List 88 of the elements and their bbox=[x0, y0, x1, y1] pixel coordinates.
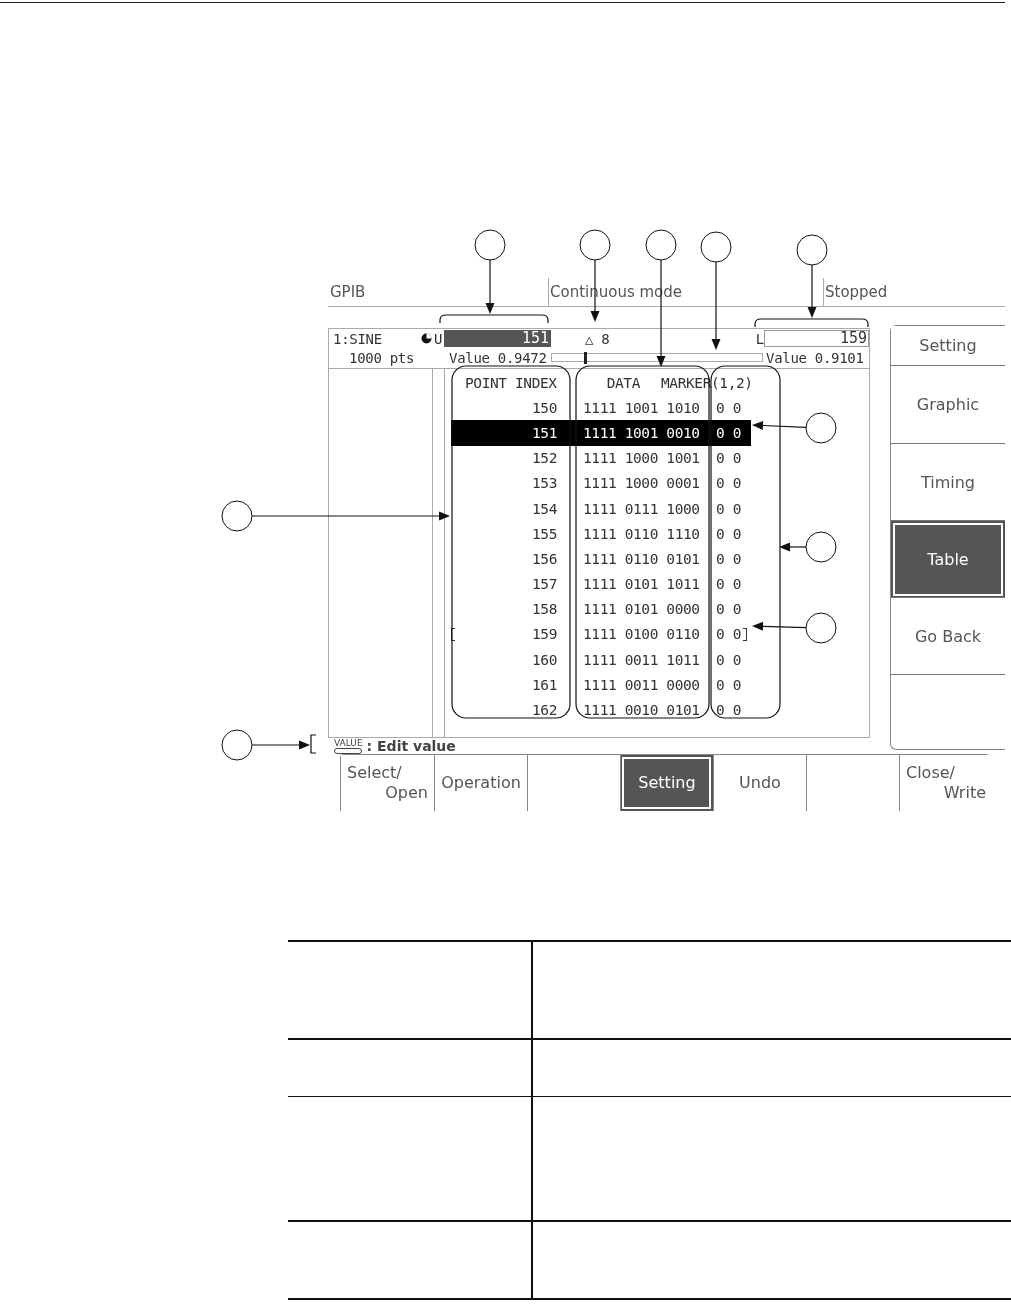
table-cell-text: 153 bbox=[531, 475, 558, 492]
table-row[interactable]: 161 1111 0011 0000 0 0 bbox=[451, 672, 751, 698]
bracket-line bbox=[310, 734, 317, 754]
table-cell-text: 157 bbox=[531, 576, 558, 593]
delta-readout: △ 8 bbox=[585, 330, 610, 347]
callout-circle bbox=[645, 229, 677, 261]
points-count: 1000 pts bbox=[349, 349, 415, 366]
table-row[interactable]: 152 1111 1000 1001 0 0 bbox=[451, 445, 751, 471]
table-row[interactable]: 153 1111 1000 0001 0 0 bbox=[451, 470, 751, 496]
table-cell-text: 1111 0100 0110 bbox=[582, 626, 701, 643]
table-row[interactable]: 160 1111 0011 1011 0 0 bbox=[451, 647, 751, 673]
leader-arrow bbox=[779, 542, 807, 552]
callout-circle bbox=[805, 612, 837, 644]
table-cell-text: 1111 0111 1000 bbox=[582, 500, 701, 517]
table-row[interactable]: 157 1111 0101 1011 0 0 bbox=[451, 571, 751, 597]
table-cell-text: 0 0 bbox=[715, 702, 742, 719]
table-row[interactable]: 154 1111 0111 1000 0 0 bbox=[451, 495, 751, 522]
callout-circle bbox=[579, 229, 611, 261]
table-cell-text: 1111 1000 1001 bbox=[582, 450, 701, 467]
lower-cursor-field[interactable]: 159 bbox=[764, 330, 869, 347]
table-row[interactable]: 162 1111 0010 0101 0 0 bbox=[451, 697, 751, 723]
cursor-label: L bbox=[755, 330, 764, 347]
table-row[interactable]: 156 1111 0110 0101 0 0 bbox=[451, 546, 751, 572]
value-readout: Value 0.9472 bbox=[449, 349, 547, 366]
leader-arrow bbox=[807, 264, 817, 318]
callout-circle bbox=[221, 729, 253, 761]
cursor-label: U bbox=[434, 330, 443, 347]
upper-cursor-field[interactable]: 151 bbox=[444, 330, 551, 347]
table-cell-text: 152 bbox=[531, 450, 558, 467]
table-cell-text: 1111 1001 1010 bbox=[582, 399, 701, 416]
callout-circle bbox=[221, 500, 253, 532]
table-cell-text: 161 bbox=[531, 676, 558, 693]
table-row[interactable]: 151 1111 1001 0010 0 0 bbox=[451, 420, 751, 446]
table-cell-text: 1111 0010 0101 bbox=[582, 702, 701, 719]
table-cell-text: 150 bbox=[531, 399, 558, 416]
table-cell-text: 0 0 bbox=[715, 500, 742, 517]
table-cell-text: 151 bbox=[531, 424, 558, 441]
cursor-knob-icon bbox=[421, 333, 432, 344]
leader-arrow bbox=[752, 621, 807, 631]
table-cell-text: 0 0 bbox=[715, 475, 742, 492]
table-cell-text: 0 0 bbox=[715, 399, 742, 416]
callout-circle bbox=[796, 234, 828, 266]
table-cell-text: 0 0 bbox=[715, 676, 742, 693]
table-cell-text: 1111 1000 0001 bbox=[582, 475, 701, 492]
status-text: GPIB bbox=[330, 283, 366, 301]
table-cell-text: 162 bbox=[531, 702, 558, 719]
hint-text: : Edit value bbox=[366, 738, 456, 754]
table-cell-text: 158 bbox=[531, 601, 558, 618]
table-cell-text: 160 bbox=[531, 651, 558, 668]
table-row[interactable]: 158 1111 0101 0000 0 0 bbox=[451, 596, 751, 622]
table-cell-text: 0 0 bbox=[715, 576, 742, 593]
table-cell-text: 1111 0110 0101 bbox=[582, 550, 701, 567]
table-cell-text: 0 0 bbox=[715, 424, 742, 441]
softkey-button[interactable]: Close/ Write bbox=[899, 755, 992, 811]
callout-circle bbox=[805, 412, 837, 444]
side-menu-button[interactable]: Setting bbox=[891, 326, 1005, 366]
column-header: POINT INDEX bbox=[464, 374, 557, 391]
table-cell-text: 1111 0011 1011 bbox=[582, 651, 701, 668]
table-cell-text: 156 bbox=[531, 550, 558, 567]
table-cell-text: 1111 1001 0010 bbox=[582, 424, 701, 441]
table-cell-text: 1111 0011 0000 bbox=[582, 676, 701, 693]
callout-circle bbox=[805, 531, 837, 563]
callout-circle bbox=[700, 231, 732, 263]
value-readout: Value 0.9101 bbox=[766, 349, 864, 366]
table-cell-text: 0 0 bbox=[715, 550, 742, 567]
softkey-button[interactable]: Setting bbox=[620, 755, 713, 811]
table-cell-text: 1111 0101 1011 bbox=[582, 576, 701, 593]
table-cell-text: 0 0 bbox=[715, 626, 742, 643]
table-cell-text: 159 bbox=[531, 626, 558, 643]
table-row[interactable]: 155 1111 0110 1110 0 0 bbox=[451, 521, 751, 547]
table-cell-text: 0 0 bbox=[715, 450, 742, 467]
table-row[interactable]: 150 1111 1001 1010 0 0 bbox=[451, 395, 751, 421]
table-cell-text: 0 0 bbox=[715, 601, 742, 618]
status-text: Stopped bbox=[825, 283, 888, 301]
leader-arrow bbox=[251, 740, 310, 750]
table-cell-text: 0 0 bbox=[715, 525, 742, 542]
callout-circle bbox=[474, 229, 506, 261]
table-row[interactable]: 159 1111 0100 0110 0 0 bbox=[451, 621, 751, 648]
table-cell-text: 1111 0101 0000 bbox=[582, 601, 701, 618]
column-header: DATA bbox=[605, 374, 641, 391]
table-cell-text: 154 bbox=[531, 500, 558, 517]
table-cell-text: 155 bbox=[531, 525, 558, 542]
leader-arrow bbox=[485, 259, 495, 314]
side-menu-button[interactable]: Table bbox=[891, 521, 1005, 598]
waveform-name: 1:SINE bbox=[333, 330, 382, 347]
table-cell-text: 0 0 bbox=[715, 651, 742, 668]
leader-arrow bbox=[752, 421, 807, 430]
table-cell-text: 1111 0110 1110 bbox=[582, 525, 701, 542]
